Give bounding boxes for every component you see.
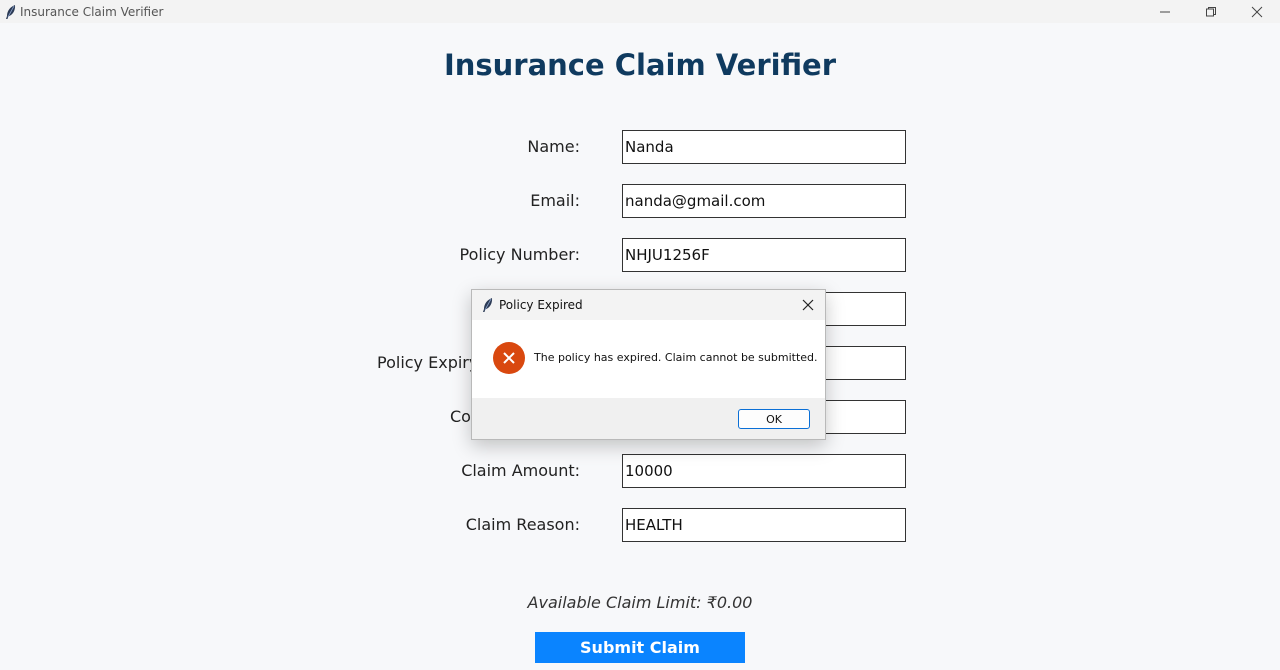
- claim-reason-label: Claim Reason:: [465, 515, 580, 534]
- feather-icon: [481, 297, 495, 313]
- policy-number-field[interactable]: [622, 238, 906, 272]
- error-icon: [493, 342, 525, 374]
- policy-number-label: Policy Number:: [459, 245, 581, 264]
- email-label: Email:: [530, 191, 580, 210]
- close-icon[interactable]: [1234, 0, 1280, 23]
- restore-icon[interactable]: [1188, 0, 1234, 23]
- dialog-title: Policy Expired: [499, 298, 583, 312]
- feather-icon: [4, 4, 18, 20]
- close-icon[interactable]: [799, 296, 817, 314]
- claim-reason-field[interactable]: [622, 508, 906, 542]
- email-field[interactable]: [622, 184, 906, 218]
- minimize-icon[interactable]: [1142, 0, 1188, 23]
- dialog-message: The policy has expired. Claim cannot be …: [534, 351, 818, 364]
- window-titlebar: Insurance Claim Verifier: [0, 0, 1280, 23]
- dialog-footer: OK: [472, 398, 825, 439]
- window-title: Insurance Claim Verifier: [20, 4, 164, 19]
- name-field[interactable]: [622, 130, 906, 164]
- coverage-label: Co: [450, 407, 471, 426]
- available-claim-limit: Available Claim Limit: ₹0.00: [527, 593, 753, 612]
- claim-amount-field[interactable]: [622, 454, 906, 488]
- dialog-body: The policy has expired. Claim cannot be …: [472, 320, 825, 398]
- page-title: Insurance Claim Verifier: [443, 48, 837, 82]
- window-controls: [1142, 0, 1280, 23]
- dialog-titlebar: Policy Expired: [472, 290, 825, 320]
- submit-claim-button[interactable]: Submit Claim: [535, 632, 745, 663]
- claim-amount-label: Claim Amount:: [461, 461, 580, 480]
- ok-button[interactable]: OK: [738, 409, 810, 429]
- name-label: Name:: [527, 137, 580, 156]
- policy-expired-dialog: Policy Expired The policy has expired. C…: [471, 289, 826, 440]
